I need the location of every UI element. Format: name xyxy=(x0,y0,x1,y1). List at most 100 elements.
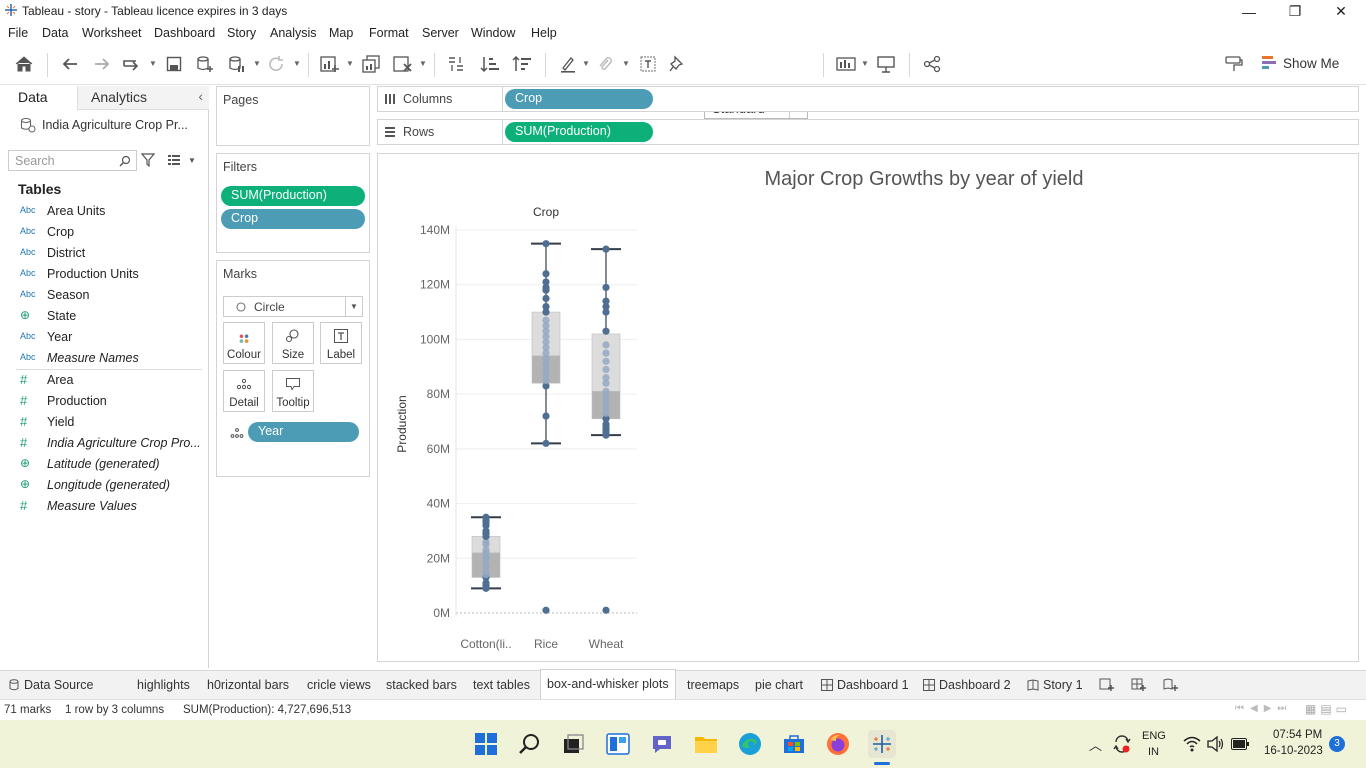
duplicate-sheet-icon[interactable] xyxy=(359,53,383,75)
save-icon[interactable] xyxy=(162,53,186,75)
rows-pill-production[interactable]: SUM(Production) xyxy=(505,122,653,142)
menu-story[interactable]: Story xyxy=(227,26,256,40)
columns-pill-crop[interactable]: Crop xyxy=(505,89,653,109)
measure-field[interactable]: # Measure Values xyxy=(0,497,208,517)
maximize-button[interactable]: ❐ xyxy=(1272,0,1318,23)
colour-button[interactable]: Colour xyxy=(223,322,265,364)
pause-datasource-icon[interactable] xyxy=(225,53,249,75)
swap-rows-columns-icon[interactable] xyxy=(444,53,468,75)
show-me-icon[interactable] xyxy=(1262,55,1278,71)
menu-window[interactable]: Window xyxy=(471,26,515,40)
pages-card[interactable]: Pages xyxy=(216,86,370,146)
teams-chat-icon[interactable] xyxy=(648,730,676,758)
highlight-icon[interactable] xyxy=(556,53,580,75)
windows-start-icon[interactable] xyxy=(472,730,500,758)
clock-time[interactable]: 07:54 PM xyxy=(1273,729,1322,741)
new-dashboard-icon[interactable] xyxy=(1131,678,1147,692)
chevron-down-icon[interactable]: ▼ xyxy=(188,156,196,165)
sort-ascending-icon[interactable] xyxy=(478,53,502,75)
collapse-icon[interactable]: ‹ xyxy=(198,88,203,104)
firefox-icon[interactable] xyxy=(824,730,852,758)
chevron-down-icon[interactable]: ▼ xyxy=(253,59,261,68)
measure-field[interactable]: # India Agriculture Crop Pro... xyxy=(0,434,208,454)
show-me-button[interactable]: Show Me xyxy=(1283,56,1339,71)
tab-text-tables[interactable]: text tables xyxy=(467,671,536,699)
notification-badge[interactable]: 3 xyxy=(1329,736,1345,752)
viz-canvas[interactable]: Major Crop Growths by year of yield Crop… xyxy=(377,153,1359,662)
tab-story-1[interactable]: Story 1 xyxy=(1037,671,1089,699)
chevron-down-icon[interactable]: ▼ xyxy=(293,59,301,68)
dimension-field[interactable]: Abc Area Units xyxy=(0,202,208,222)
measure-field[interactable]: ⊕ Longitude (generated) xyxy=(0,476,208,496)
sort-descending-icon[interactable] xyxy=(510,53,534,75)
menu-data[interactable]: Data xyxy=(42,26,68,40)
size-button[interactable]: Size xyxy=(272,322,314,364)
clear-sheet-icon[interactable] xyxy=(391,53,415,75)
redo-icon[interactable] xyxy=(90,53,114,75)
chevron-down-icon[interactable]: ▼ xyxy=(582,59,590,68)
close-button[interactable]: ✕ xyxy=(1318,0,1364,23)
filters-card[interactable]: Filters SUM(Production) Crop xyxy=(216,153,370,253)
chevron-down-icon[interactable]: ▼ xyxy=(419,59,427,68)
tab-box-and-whisker-plots[interactable]: box-and-whisker plots xyxy=(540,669,676,700)
store-icon[interactable] xyxy=(780,730,808,758)
file-explorer-icon[interactable] xyxy=(692,730,720,758)
measure-field[interactable]: # Area xyxy=(0,371,208,391)
tab-highlights[interactable]: highlights xyxy=(131,671,196,699)
tab-circle-views[interactable]: cricle views xyxy=(301,671,377,699)
new-worksheet-icon[interactable] xyxy=(318,53,342,75)
speaker-icon[interactable] xyxy=(1207,736,1225,752)
chevron-down-icon[interactable]: ▼ xyxy=(149,59,157,68)
dimension-field[interactable]: ⊕ State xyxy=(0,307,208,327)
tab-treemaps[interactable]: treemaps xyxy=(681,671,745,699)
tab-data[interactable]: Data xyxy=(0,86,77,110)
share-icon[interactable] xyxy=(920,53,944,75)
search-input[interactable]: Search xyxy=(8,150,137,171)
show-cards-icon[interactable] xyxy=(834,53,858,75)
menu-help[interactable]: Help xyxy=(531,26,557,40)
measure-field[interactable]: # Yield xyxy=(0,413,208,433)
mark-type-select[interactable]: Circle ▼ xyxy=(223,296,363,317)
widgets-icon[interactable] xyxy=(604,730,632,758)
language-indicator[interactable]: ENG xyxy=(1142,730,1166,742)
format-painter-icon[interactable] xyxy=(1222,53,1246,75)
measure-field[interactable]: ⊕ Latitude (generated) xyxy=(0,455,208,475)
detail-pill-year[interactable]: Year xyxy=(248,422,359,442)
menu-format[interactable]: Format xyxy=(369,26,409,40)
menu-file[interactable]: File xyxy=(8,26,28,40)
dimension-field[interactable]: Abc Measure Names xyxy=(0,349,208,369)
redo-forward-icon[interactable] xyxy=(120,53,144,75)
menu-map[interactable]: Map xyxy=(329,26,353,40)
datasource-name[interactable]: India Agriculture Crop Pr... xyxy=(42,118,188,132)
tooltip-button[interactable]: Tooltip xyxy=(272,370,314,412)
columns-shelf[interactable]: Columns Crop xyxy=(377,86,1359,112)
sync-icon[interactable] xyxy=(1112,734,1132,754)
rows-shelf[interactable]: Rows SUM(Production) xyxy=(377,119,1359,145)
tab-data-source[interactable]: Data Source xyxy=(18,671,99,699)
new-datasource-icon[interactable] xyxy=(193,53,217,75)
pin-icon[interactable] xyxy=(665,53,689,75)
measure-field[interactable]: # Production xyxy=(0,392,208,412)
new-story-icon[interactable] xyxy=(1163,678,1179,692)
tab-dashboard-2[interactable]: Dashboard 2 xyxy=(933,671,1017,699)
chevron-down-icon[interactable]: ▼ xyxy=(622,59,630,68)
tab-horizontal-bars[interactable]: h0rizontal bars xyxy=(201,671,295,699)
filter-icon[interactable] xyxy=(141,153,155,167)
label-button[interactable]: Label xyxy=(320,322,362,364)
menu-dashboard[interactable]: Dashboard xyxy=(154,26,215,40)
dimension-field[interactable]: Abc Season xyxy=(0,286,208,306)
tableau-taskbar-icon[interactable] xyxy=(868,730,896,758)
chevron-down-icon[interactable]: ▼ xyxy=(861,59,869,68)
filter-pill-crop[interactable]: Crop xyxy=(221,209,365,229)
chevron-up-icon[interactable]: ︿ xyxy=(1089,735,1102,754)
task-view-icon[interactable] xyxy=(560,730,588,758)
group-members-icon[interactable] xyxy=(593,53,617,75)
view-options-icon[interactable] xyxy=(167,154,181,166)
battery-icon[interactable] xyxy=(1231,738,1249,750)
menu-server[interactable]: Server xyxy=(422,26,459,40)
tab-dashboard-1[interactable]: Dashboard 1 xyxy=(831,671,915,699)
tab-pie-chart[interactable]: pie chart xyxy=(749,671,809,699)
sheet-view-icon[interactable]: ▦▤▭ xyxy=(1305,702,1351,716)
refresh-icon[interactable] xyxy=(264,53,288,75)
dimension-field[interactable]: Abc Crop xyxy=(0,223,208,243)
